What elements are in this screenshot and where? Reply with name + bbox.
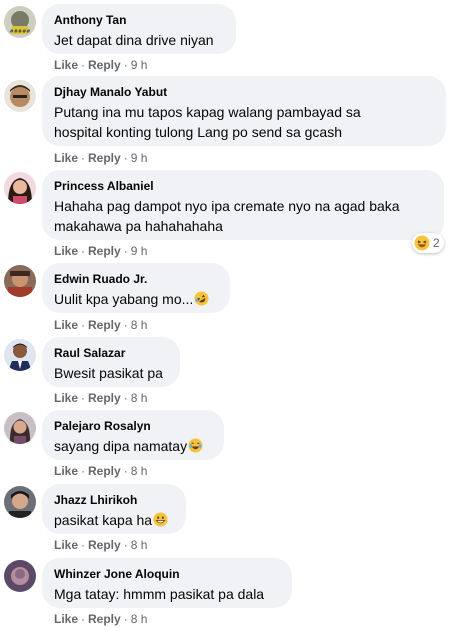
avatar[interactable] [4,339,36,371]
like-button[interactable]: Like [54,538,78,552]
comment-bubble: Edwin Ruado Jr. Uulit kpa yabang mo... [42,263,230,313]
comment-time[interactable]: 8 h [131,318,148,332]
reaction-count: 2 [433,236,440,250]
like-button[interactable]: Like [54,318,78,332]
tears-of-joy-emoji [188,438,203,453]
avatar[interactable] [4,486,36,518]
comment-time[interactable]: 8 h [131,464,148,478]
comment-text: Putang ina mu tapos kapag walang pambaya… [54,104,361,140]
comment-text: Uulit kpa yabang mo... [54,289,218,309]
comment-text: sayang dipa namatay [54,436,212,456]
comment-actions: Like · Reply · 8 h [54,538,148,552]
rolling-laughing-emoji [194,291,209,306]
comment-author[interactable]: Anthony Tan [54,12,224,28]
reply-button[interactable]: Reply [88,244,121,258]
like-button[interactable]: Like [54,151,78,165]
like-button[interactable]: Like [54,244,78,258]
reply-button[interactable]: Reply [88,391,121,405]
comment-bubble: Djhay Manalo Yabut Putang ina mu tapos k… [42,76,446,146]
like-button[interactable]: Like [54,58,78,72]
reply-button[interactable]: Reply [88,538,121,552]
comment-author[interactable]: Whinzer Jone Aloquin [54,566,280,582]
comment-time[interactable]: 9 h [131,244,148,258]
comment-bubble: Jhazz Lhirikoh pasikat kapa ha [42,484,186,534]
reply-button[interactable]: Reply [88,58,121,72]
svg-text:#####: ##### [10,29,31,35]
comment-bubble: Palejaro Rosalyn sayang dipa namatay [42,410,224,460]
grinning-emoji [153,512,168,527]
like-button[interactable]: Like [54,612,78,626]
comment-actions: Like · Reply · 8 h [54,464,148,478]
comment-author[interactable]: Princess Albaniel [54,178,432,194]
reply-button[interactable]: Reply [88,151,121,165]
reply-button[interactable]: Reply [88,612,121,626]
comment-author[interactable]: Djhay Manalo Yabut [54,84,434,100]
laughing-reaction-icon [414,235,430,251]
comment-author[interactable]: Raul Salazar [54,345,168,361]
avatar[interactable] [4,412,36,444]
comment-author[interactable]: Edwin Ruado Jr. [54,271,218,287]
comment-text: Hahaha pag dampot nyo ipa cremate nyo na… [54,198,400,234]
comment-time[interactable]: 9 h [131,58,148,72]
like-button[interactable]: Like [54,464,78,478]
comment-bubble: Anthony Tan Jet dapat dina drive niyan [42,4,236,54]
comment-text: Bwesit pasikat pa [54,365,163,381]
avatar[interactable]: ##### [4,6,36,38]
reaction-count-badge[interactable]: 2 [412,233,444,253]
reply-button[interactable]: Reply [88,318,121,332]
reply-button[interactable]: Reply [88,464,121,478]
comment-bubble: Princess Albaniel Hahaha pag dampot nyo … [42,170,444,240]
comment-actions: Like · Reply · 9 h [54,244,148,258]
comment-bubble: Raul Salazar Bwesit pasikat pa [42,337,180,387]
comment-actions: Like · Reply · 8 h [54,391,148,405]
comment-time[interactable]: 8 h [131,538,148,552]
avatar[interactable] [4,80,36,112]
comment-actions: Like · Reply · 8 h [54,612,148,626]
comment-actions: Like · Reply · 9 h [54,58,148,72]
comment-actions: Like · Reply · 8 h [54,318,148,332]
comment-time[interactable]: 9 h [131,151,148,165]
comment-text: Mga tatay: hmmm pasikat pa dala [54,586,265,602]
comment-author[interactable]: Palejaro Rosalyn [54,418,212,434]
avatar[interactable] [4,172,36,204]
like-button[interactable]: Like [54,391,78,405]
comment-time[interactable]: 8 h [131,612,148,626]
comment-actions: Like · Reply · 9 h [54,151,148,165]
comment-time[interactable]: 8 h [131,391,148,405]
comment-text: pasikat kapa ha [54,510,174,530]
avatar[interactable] [4,265,36,297]
comment-author[interactable]: Jhazz Lhirikoh [54,492,174,508]
comment-bubble: Whinzer Jone Aloquin Mga tatay: hmmm pas… [42,558,292,608]
avatar[interactable] [4,560,36,592]
comment-text: Jet dapat dina drive niyan [54,32,214,48]
